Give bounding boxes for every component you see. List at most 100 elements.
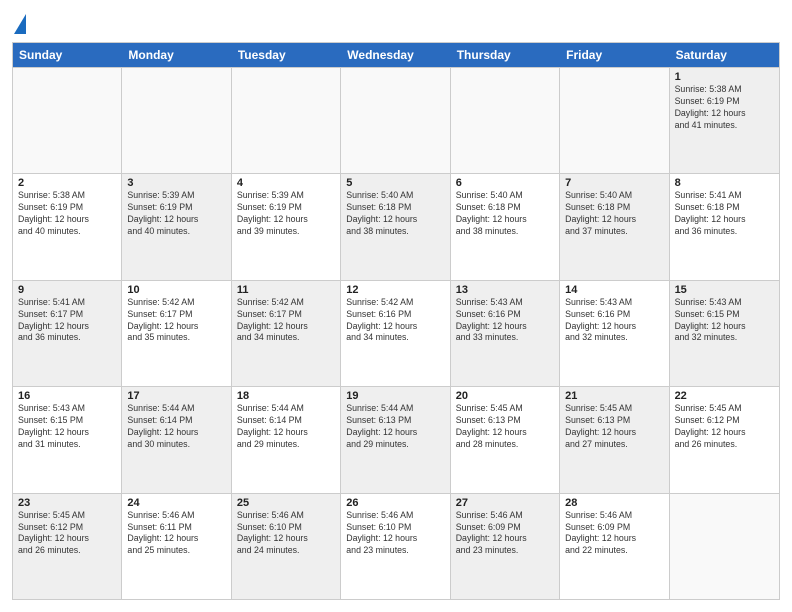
day-info: Sunrise: 5:44 AM Sunset: 6:14 PM Dayligh… — [127, 403, 225, 451]
day-info: Sunrise: 5:46 AM Sunset: 6:10 PM Dayligh… — [346, 510, 444, 558]
day-info: Sunrise: 5:46 AM Sunset: 6:10 PM Dayligh… — [237, 510, 335, 558]
cal-cell: 14Sunrise: 5:43 AM Sunset: 6:16 PM Dayli… — [560, 281, 669, 386]
day-info: Sunrise: 5:43 AM Sunset: 6:16 PM Dayligh… — [456, 297, 554, 345]
cal-header-day: Thursday — [451, 43, 560, 67]
cal-week-row: 16Sunrise: 5:43 AM Sunset: 6:15 PM Dayli… — [13, 386, 779, 492]
day-info: Sunrise: 5:45 AM Sunset: 6:12 PM Dayligh… — [675, 403, 774, 451]
cal-cell: 24Sunrise: 5:46 AM Sunset: 6:11 PM Dayli… — [122, 494, 231, 599]
day-number: 21 — [565, 390, 663, 402]
day-info: Sunrise: 5:46 AM Sunset: 6:09 PM Dayligh… — [456, 510, 554, 558]
cal-cell: 23Sunrise: 5:45 AM Sunset: 6:12 PM Dayli… — [13, 494, 122, 599]
day-info: Sunrise: 5:40 AM Sunset: 6:18 PM Dayligh… — [565, 190, 663, 238]
cal-cell: 21Sunrise: 5:45 AM Sunset: 6:13 PM Dayli… — [560, 387, 669, 492]
day-number: 18 — [237, 390, 335, 402]
day-info: Sunrise: 5:38 AM Sunset: 6:19 PM Dayligh… — [18, 190, 116, 238]
day-number: 14 — [565, 284, 663, 296]
day-info: Sunrise: 5:46 AM Sunset: 6:11 PM Dayligh… — [127, 510, 225, 558]
cal-cell: 7Sunrise: 5:40 AM Sunset: 6:18 PM Daylig… — [560, 174, 669, 279]
day-number: 2 — [18, 177, 116, 189]
cal-cell — [451, 68, 560, 173]
cal-cell: 4Sunrise: 5:39 AM Sunset: 6:19 PM Daylig… — [232, 174, 341, 279]
day-info: Sunrise: 5:46 AM Sunset: 6:09 PM Dayligh… — [565, 510, 663, 558]
day-info: Sunrise: 5:45 AM Sunset: 6:13 PM Dayligh… — [456, 403, 554, 451]
logo-triangle-icon — [14, 14, 26, 34]
page: SundayMondayTuesdayWednesdayThursdayFrid… — [0, 0, 792, 612]
cal-cell: 25Sunrise: 5:46 AM Sunset: 6:10 PM Dayli… — [232, 494, 341, 599]
day-number: 13 — [456, 284, 554, 296]
cal-cell: 28Sunrise: 5:46 AM Sunset: 6:09 PM Dayli… — [560, 494, 669, 599]
cal-cell — [13, 68, 122, 173]
day-number: 23 — [18, 497, 116, 509]
day-info: Sunrise: 5:42 AM Sunset: 6:17 PM Dayligh… — [237, 297, 335, 345]
cal-header-day: Tuesday — [232, 43, 341, 67]
cal-cell — [122, 68, 231, 173]
day-number: 8 — [675, 177, 774, 189]
day-number: 6 — [456, 177, 554, 189]
day-info: Sunrise: 5:43 AM Sunset: 6:16 PM Dayligh… — [565, 297, 663, 345]
cal-header-day: Sunday — [13, 43, 122, 67]
cal-cell: 9Sunrise: 5:41 AM Sunset: 6:17 PM Daylig… — [13, 281, 122, 386]
cal-cell — [232, 68, 341, 173]
day-number: 5 — [346, 177, 444, 189]
cal-header-day: Friday — [560, 43, 669, 67]
day-number: 11 — [237, 284, 335, 296]
cal-cell: 11Sunrise: 5:42 AM Sunset: 6:17 PM Dayli… — [232, 281, 341, 386]
day-info: Sunrise: 5:42 AM Sunset: 6:16 PM Dayligh… — [346, 297, 444, 345]
cal-header-day: Wednesday — [341, 43, 450, 67]
cal-week-row: 23Sunrise: 5:45 AM Sunset: 6:12 PM Dayli… — [13, 493, 779, 599]
cal-cell: 19Sunrise: 5:44 AM Sunset: 6:13 PM Dayli… — [341, 387, 450, 492]
cal-cell: 13Sunrise: 5:43 AM Sunset: 6:16 PM Dayli… — [451, 281, 560, 386]
day-number: 24 — [127, 497, 225, 509]
cal-header-day: Saturday — [670, 43, 779, 67]
cal-cell: 22Sunrise: 5:45 AM Sunset: 6:12 PM Dayli… — [670, 387, 779, 492]
day-number: 19 — [346, 390, 444, 402]
cal-cell: 12Sunrise: 5:42 AM Sunset: 6:16 PM Dayli… — [341, 281, 450, 386]
cal-cell: 15Sunrise: 5:43 AM Sunset: 6:15 PM Dayli… — [670, 281, 779, 386]
calendar-header: SundayMondayTuesdayWednesdayThursdayFrid… — [13, 43, 779, 67]
day-number: 20 — [456, 390, 554, 402]
day-number: 1 — [675, 71, 774, 83]
day-number: 22 — [675, 390, 774, 402]
day-info: Sunrise: 5:43 AM Sunset: 6:15 PM Dayligh… — [18, 403, 116, 451]
logo-icon — [12, 12, 26, 34]
day-number: 17 — [127, 390, 225, 402]
day-info: Sunrise: 5:39 AM Sunset: 6:19 PM Dayligh… — [127, 190, 225, 238]
logo — [12, 12, 26, 34]
cal-cell: 18Sunrise: 5:44 AM Sunset: 6:14 PM Dayli… — [232, 387, 341, 492]
day-info: Sunrise: 5:38 AM Sunset: 6:19 PM Dayligh… — [675, 84, 774, 132]
day-number: 28 — [565, 497, 663, 509]
cal-cell: 16Sunrise: 5:43 AM Sunset: 6:15 PM Dayli… — [13, 387, 122, 492]
day-number: 26 — [346, 497, 444, 509]
cal-week-row: 1Sunrise: 5:38 AM Sunset: 6:19 PM Daylig… — [13, 67, 779, 173]
day-info: Sunrise: 5:45 AM Sunset: 6:13 PM Dayligh… — [565, 403, 663, 451]
day-info: Sunrise: 5:44 AM Sunset: 6:13 PM Dayligh… — [346, 403, 444, 451]
cal-cell: 5Sunrise: 5:40 AM Sunset: 6:18 PM Daylig… — [341, 174, 450, 279]
day-number: 10 — [127, 284, 225, 296]
cal-cell: 20Sunrise: 5:45 AM Sunset: 6:13 PM Dayli… — [451, 387, 560, 492]
day-number: 9 — [18, 284, 116, 296]
day-number: 7 — [565, 177, 663, 189]
day-info: Sunrise: 5:43 AM Sunset: 6:15 PM Dayligh… — [675, 297, 774, 345]
header — [12, 12, 780, 34]
calendar-body: 1Sunrise: 5:38 AM Sunset: 6:19 PM Daylig… — [13, 67, 779, 599]
cal-week-row: 2Sunrise: 5:38 AM Sunset: 6:19 PM Daylig… — [13, 173, 779, 279]
cal-cell: 2Sunrise: 5:38 AM Sunset: 6:19 PM Daylig… — [13, 174, 122, 279]
cal-cell — [670, 494, 779, 599]
cal-cell: 27Sunrise: 5:46 AM Sunset: 6:09 PM Dayli… — [451, 494, 560, 599]
day-info: Sunrise: 5:39 AM Sunset: 6:19 PM Dayligh… — [237, 190, 335, 238]
day-info: Sunrise: 5:42 AM Sunset: 6:17 PM Dayligh… — [127, 297, 225, 345]
cal-cell: 10Sunrise: 5:42 AM Sunset: 6:17 PM Dayli… — [122, 281, 231, 386]
day-info: Sunrise: 5:41 AM Sunset: 6:18 PM Dayligh… — [675, 190, 774, 238]
day-number: 27 — [456, 497, 554, 509]
cal-header-day: Monday — [122, 43, 231, 67]
cal-cell — [560, 68, 669, 173]
cal-cell — [341, 68, 450, 173]
day-info: Sunrise: 5:45 AM Sunset: 6:12 PM Dayligh… — [18, 510, 116, 558]
day-info: Sunrise: 5:40 AM Sunset: 6:18 PM Dayligh… — [346, 190, 444, 238]
cal-cell: 17Sunrise: 5:44 AM Sunset: 6:14 PM Dayli… — [122, 387, 231, 492]
cal-cell: 1Sunrise: 5:38 AM Sunset: 6:19 PM Daylig… — [670, 68, 779, 173]
day-number: 15 — [675, 284, 774, 296]
cal-cell: 8Sunrise: 5:41 AM Sunset: 6:18 PM Daylig… — [670, 174, 779, 279]
day-info: Sunrise: 5:40 AM Sunset: 6:18 PM Dayligh… — [456, 190, 554, 238]
day-info: Sunrise: 5:41 AM Sunset: 6:17 PM Dayligh… — [18, 297, 116, 345]
